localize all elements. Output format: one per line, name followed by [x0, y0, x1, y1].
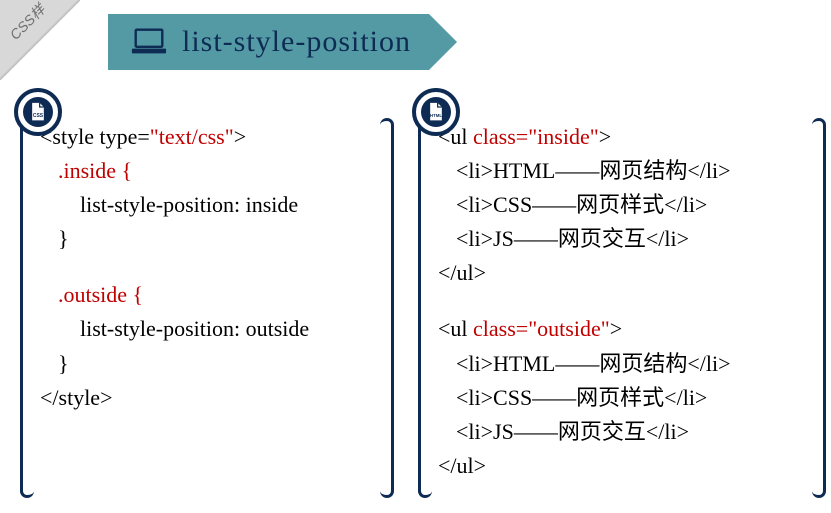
code-li: <li>JS——网页交互</li> — [438, 415, 808, 449]
code-attr: "text/css" — [150, 124, 234, 149]
laptop-icon — [130, 27, 168, 57]
css-file-badge: CSS — [14, 88, 62, 136]
svg-text:CSS: CSS — [33, 113, 44, 119]
code-property: list-style-position: outside — [40, 312, 390, 346]
code-li: <li>JS——网页交互</li> — [438, 222, 808, 256]
code-property: list-style-position: inside — [40, 188, 390, 222]
corner-label: CSS样 — [5, 0, 49, 44]
code-line: <ul class="outside"> — [438, 312, 808, 346]
page-title: list-style-position — [182, 25, 411, 59]
code-line: <ul class="inside"> — [438, 120, 808, 154]
code-selector: .inside { — [40, 154, 390, 188]
code-text: > — [610, 316, 622, 341]
code-line: <style type="text/css"> — [40, 120, 390, 154]
file-icon: HTML — [421, 97, 451, 127]
code-text: <ul — [438, 316, 473, 341]
html-code-block: <ul class="inside"> <li>HTML——网页结构</li> … — [438, 120, 808, 483]
code-line: </ul> — [438, 449, 808, 483]
code-line: </ul> — [438, 256, 808, 290]
code-attr: class="outside" — [473, 316, 610, 341]
code-brace: } — [40, 347, 390, 381]
html-file-badge: HTML — [412, 88, 460, 136]
code-text: > — [599, 124, 611, 149]
left-bracket-open — [20, 118, 34, 498]
right-bracket-close — [812, 118, 826, 498]
code-li: <li>HTML——网页结构</li> — [438, 154, 808, 188]
code-li: <li>CSS——网页样式</li> — [438, 188, 808, 222]
code-brace: } — [40, 222, 390, 256]
svg-text:HTML: HTML — [430, 113, 442, 118]
file-icon: CSS — [23, 97, 53, 127]
code-li: <li>CSS——网页样式</li> — [438, 381, 808, 415]
right-bracket-open — [418, 118, 432, 498]
css-code-block: <style type="text/css"> .inside { list-s… — [40, 120, 390, 415]
code-text: > — [234, 124, 246, 149]
code-li: <li>HTML——网页结构</li> — [438, 347, 808, 381]
code-line: </style> — [40, 381, 390, 415]
code-text: <style type= — [40, 124, 150, 149]
code-attr: class="inside" — [473, 124, 599, 149]
code-selector: .outside { — [40, 278, 390, 312]
page-fold-corner: CSS样 — [0, 0, 80, 80]
title-ribbon: list-style-position — [108, 14, 429, 70]
